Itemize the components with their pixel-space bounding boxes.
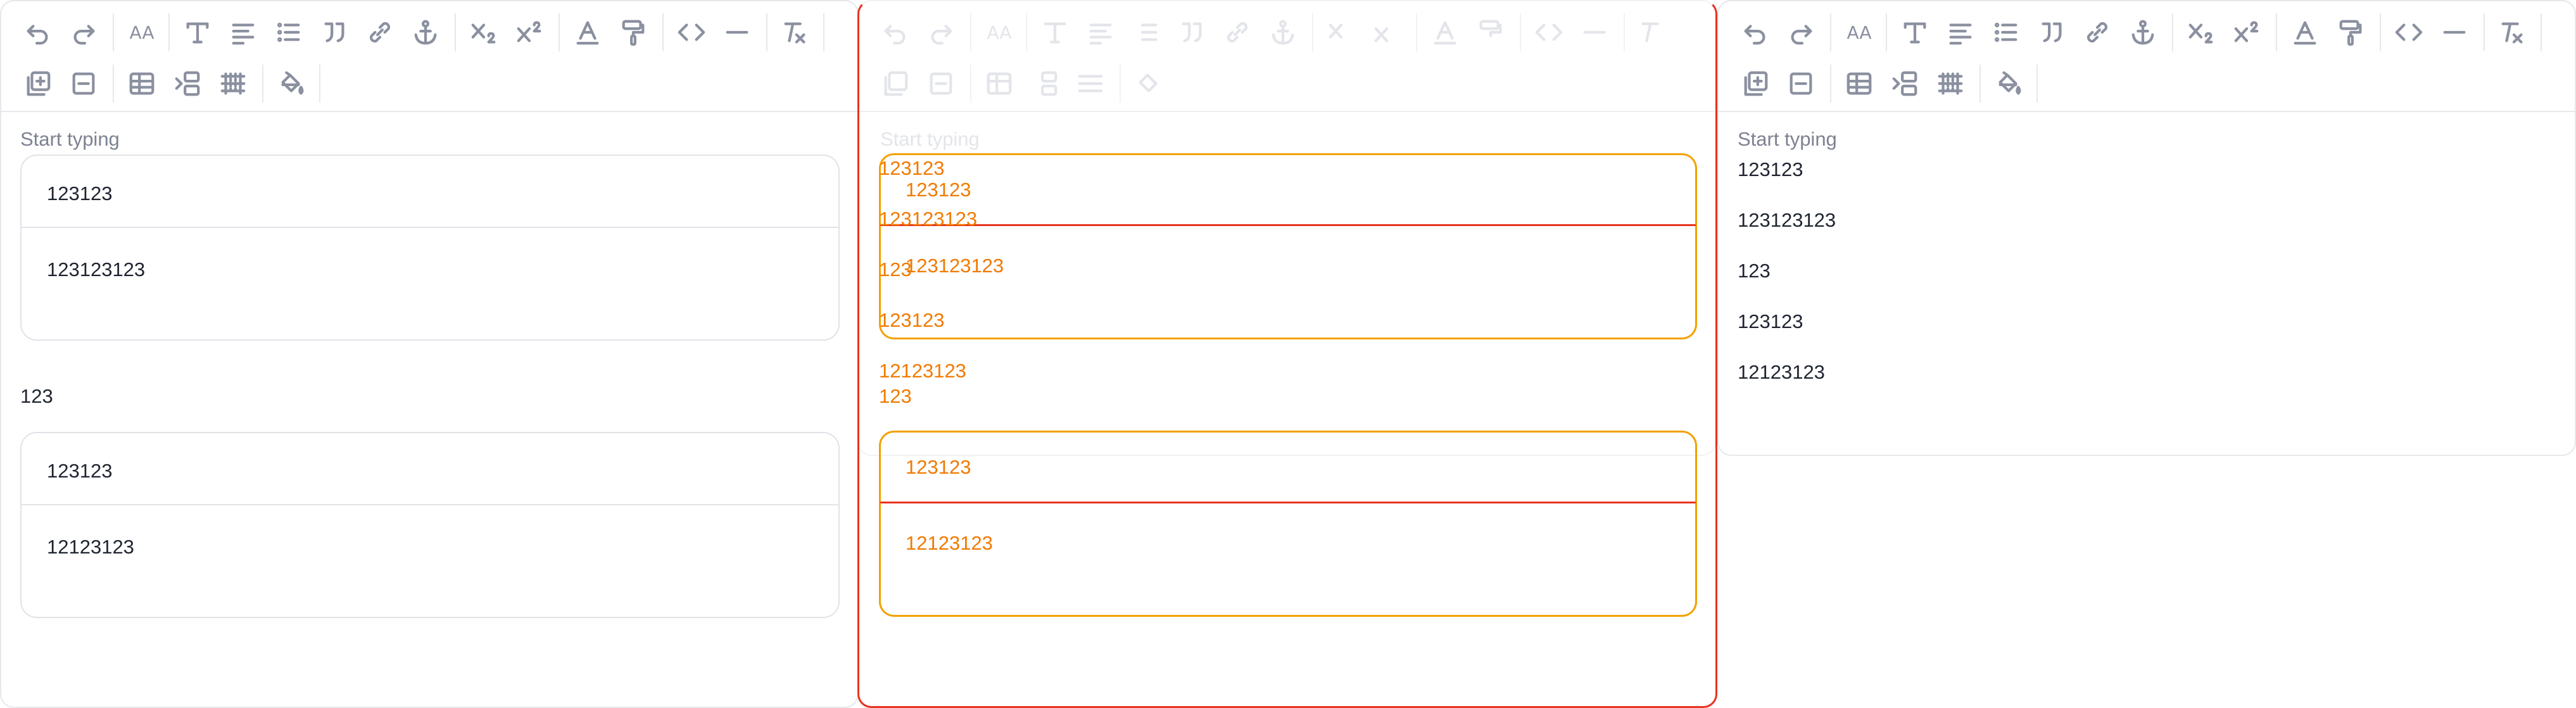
link-icon[interactable] — [2080, 15, 2115, 50]
redo-icon[interactable] — [1783, 15, 1819, 50]
editor-panel-left: AA Start typing 123123 123123123 123 123… — [0, 0, 859, 708]
overlay-cell: 123123123 — [906, 255, 1004, 277]
heading-icon[interactable] — [180, 15, 215, 50]
editor-placeholder: Start typing — [20, 128, 120, 150]
editor-placeholder: Start typing — [1738, 128, 1837, 150]
clear-format-icon[interactable] — [2495, 15, 2530, 50]
paint-roller-icon[interactable] — [616, 15, 651, 50]
overlay-cell: 12123123 — [906, 532, 993, 554]
table-grid-icon[interactable] — [1933, 66, 1968, 101]
paint-roller-icon[interactable] — [2333, 15, 2368, 50]
undo-icon[interactable] — [20, 15, 56, 50]
remove-table-icon[interactable] — [66, 66, 101, 101]
text-color-icon[interactable] — [2287, 15, 2323, 50]
redo-icon[interactable] — [66, 15, 101, 50]
subscript-icon[interactable] — [2183, 15, 2219, 50]
link-icon[interactable] — [362, 15, 398, 50]
align-icon[interactable] — [1943, 15, 1978, 50]
add-table-icon[interactable] — [1738, 66, 1773, 101]
text-color-icon[interactable] — [570, 15, 605, 50]
toolbar-row-1: AA — [1719, 6, 2575, 56]
subscript-icon[interactable] — [466, 15, 502, 50]
quote-icon[interactable] — [2034, 15, 2069, 50]
table-cell[interactable]: 123123 — [47, 182, 112, 205]
editor-panel-right: AA Start typing 123123 123123123 123 123… — [1717, 0, 2576, 456]
overlay-line: 123123 — [879, 157, 945, 179]
remove-table-icon[interactable] — [1783, 66, 1819, 101]
overlay-line: 123 — [879, 385, 912, 407]
bullet-list-icon[interactable] — [271, 15, 306, 50]
overlay-cell: 123123 — [906, 179, 971, 201]
add-table-icon[interactable] — [20, 66, 56, 101]
font-size-icon[interactable]: AA — [124, 15, 160, 50]
debug-table-card-1 — [879, 153, 1697, 339]
table-cell[interactable]: 123123123 — [47, 258, 145, 281]
toolbar-row-1: AA — [1, 6, 857, 56]
debug-row-divider — [880, 224, 1696, 226]
table-cell[interactable]: 123123 — [47, 460, 112, 483]
fill-color-icon[interactable] — [274, 66, 309, 101]
editor-toolbar: AA — [1719, 1, 2575, 112]
font-size-icon[interactable]: AA — [1841, 15, 1877, 50]
anchor-icon[interactable] — [408, 15, 443, 50]
table-card-2[interactable]: 123123 12123123 — [20, 432, 840, 618]
bullet-list-icon[interactable] — [1988, 15, 2024, 50]
paragraph-line[interactable]: 123 — [1738, 260, 1771, 282]
superscript-icon[interactable] — [512, 15, 547, 50]
clear-format-icon[interactable] — [778, 15, 813, 50]
toolbar-row-2 — [1, 57, 857, 108]
superscript-icon[interactable] — [2229, 15, 2264, 50]
table-icon[interactable] — [124, 66, 160, 101]
table-grid-icon[interactable] — [215, 66, 251, 101]
debug-table-card-2 — [879, 431, 1697, 617]
undo-icon[interactable] — [1738, 15, 1773, 50]
paragraph-line[interactable]: 123123123 — [1738, 209, 1836, 232]
paragraph-line[interactable]: 123123 — [1738, 158, 1803, 181]
code-icon[interactable] — [674, 15, 709, 50]
insert-row-icon[interactable] — [170, 66, 205, 101]
fill-color-icon[interactable] — [1991, 66, 2026, 101]
paragraph-line[interactable]: 123 — [20, 385, 53, 408]
overlay-line: 123123 — [879, 309, 945, 331]
align-icon[interactable] — [225, 15, 261, 50]
horizontal-rule-icon[interactable] — [2437, 15, 2472, 50]
table-icon[interactable] — [1841, 66, 1877, 101]
insert-row-icon[interactable] — [1887, 66, 1923, 101]
anchor-icon[interactable] — [2125, 15, 2161, 50]
overlay-line: 12123123 — [879, 360, 966, 382]
paragraph-line[interactable]: 12123123 — [1738, 361, 1825, 384]
heading-icon[interactable] — [1897, 15, 1933, 50]
horizontal-rule-icon[interactable] — [719, 15, 755, 50]
table-cell[interactable]: 12123123 — [47, 536, 134, 559]
debug-row-divider — [880, 502, 1696, 503]
table-card-1[interactable]: 123123 123123123 — [20, 155, 840, 341]
code-icon[interactable] — [2391, 15, 2427, 50]
overlay-line: 123123123 — [879, 208, 978, 230]
overlay-cell: 123123 — [906, 456, 971, 478]
toolbar-row-2 — [1719, 57, 2575, 108]
quote-icon[interactable] — [317, 15, 352, 50]
paragraph-line[interactable]: 123123 — [1738, 310, 1803, 333]
editor-toolbar: AA — [1, 1, 857, 112]
